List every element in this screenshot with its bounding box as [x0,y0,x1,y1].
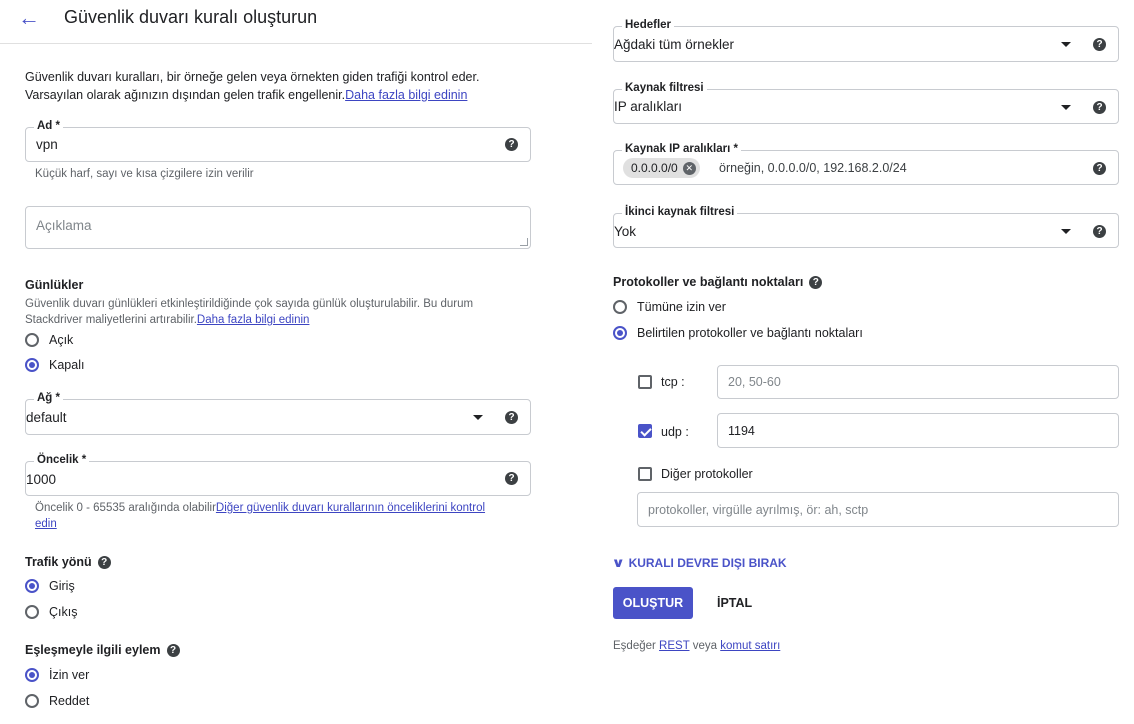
logs-learn-more-link[interactable]: Daha fazla bilgi edinin [197,314,310,326]
udp-ports-value: 1194 [728,424,755,438]
priority-field[interactable]: Öncelik * 1000 ? [25,454,531,496]
logs-option-on[interactable]: Açık [25,333,73,347]
name-hint: Küçük harf, sayı ve kısa çizgilere izin … [35,168,254,180]
other-protocols-input[interactable]: protokoller, virgülle ayrılmış, ör: ah, … [637,492,1119,527]
name-field[interactable]: Ad * vpn ? [25,120,531,162]
logs-desc-line-1: Güvenlik duvarı günlükleri etkinleştiril… [25,298,474,310]
second-source-filter-value: Yok [614,224,637,239]
other-protocols-checkbox[interactable] [638,467,652,481]
logs-description: Güvenlik duvarı günlükleri etkinleştiril… [25,296,473,328]
targets-select[interactable]: Hedefler Ağdaki tüm örnekler ? [613,19,1119,62]
tcp-ports-input[interactable]: 20, 50-60 [717,365,1119,399]
chevron-down-icon[interactable] [1061,42,1071,47]
second-source-filter-select[interactable]: İkinci kaynak filtresi Yok ? [613,206,1119,248]
source-ip-ranges-placeholder: örneğin, 0.0.0.0/0, 192.168.2.0/24 [719,161,907,175]
chevron-down-icon[interactable] [1061,229,1071,234]
source-ip-ranges-field[interactable]: Kaynak IP aralıkları * 0.0.0.0/0 ✕ örneğ… [613,143,1119,185]
help-icon[interactable]: ? [97,555,111,569]
targets-value: Ağdaki tüm örnekler [614,37,735,52]
protocols-title: Protokoller ve bağlantı noktaları ? [613,275,823,289]
priority-input[interactable]: 1000 [26,472,56,487]
command-line-link[interactable]: komut satırı [720,640,780,652]
priority-link[interactable]: Diğer güvenlik duvarı kurallarının öncel… [216,502,485,514]
name-input[interactable]: vpn [36,137,58,152]
network-label: Ağ * [34,392,63,404]
chevron-down-icon: ∨ [611,555,626,570]
targets-label: Hedefler [622,19,675,31]
help-icon[interactable]: ? [1093,225,1106,238]
radio-icon [25,694,39,708]
action-option-deny[interactable]: Reddet [25,694,89,708]
action-title: Eşleşmeyle ilgili eylem ? [25,643,180,657]
description-placeholder: Açıklama [36,218,92,233]
help-icon[interactable]: ? [505,411,518,424]
udp-checkbox[interactable] [638,424,652,438]
action-option-allow[interactable]: İzin ver [25,668,89,682]
name-label: Ad * [34,120,63,132]
logs-title: Günlükler [25,278,84,292]
intro-line-1: Güvenlik duvarı kuralları, bir örneğe ge… [25,70,480,84]
intro-text: Güvenlik duvarı kuralları, bir örneğe ge… [25,68,479,104]
create-button[interactable]: OLUŞTUR [613,587,693,619]
source-filter-label: Kaynak filtresi [622,82,707,94]
radio-checked-icon [613,326,627,340]
resize-handle[interactable] [520,238,528,246]
tcp-ports-placeholder: 20, 50-60 [728,375,781,389]
protocols-option-all[interactable]: Tümüne izin ver [613,300,726,314]
learn-more-link[interactable]: Daha fazla bilgi edinin [345,88,467,102]
help-icon[interactable]: ? [166,643,180,657]
help-icon[interactable]: ? [809,275,823,289]
network-value: default [26,410,67,425]
description-textarea[interactable]: Açıklama [25,206,531,249]
radio-checked-icon [25,668,39,682]
chevron-down-icon[interactable] [1061,105,1071,110]
source-ip-ranges-label: Kaynak IP aralıkları * [622,143,741,155]
priority-hint: Öncelik 0 - 65535 aralığında olabilirDiğ… [35,502,486,530]
disable-rule-toggle[interactable]: ∨ KURALI DEVRE DIŞI BIRAK [611,555,786,571]
help-icon[interactable]: ? [1093,162,1106,175]
cancel-button[interactable]: İPTAL [717,596,752,610]
radio-icon [613,300,627,314]
page-header: ← Güvenlik duvarı kuralı oluşturun [0,0,592,44]
other-protocols-placeholder: protokoller, virgülle ayrılmış, ör: ah, … [648,503,869,517]
equivalent-footer: Eşdeğer REST veya komut satırı [613,640,781,652]
help-icon[interactable]: ? [1093,101,1106,114]
other-protocols-label: Diğer protokoller [661,467,753,481]
logs-option-off[interactable]: Kapalı [25,358,84,372]
help-icon[interactable]: ? [1093,38,1106,51]
protocols-option-specified[interactable]: Belirtilen protokoller ve bağlantı nokta… [613,326,863,340]
second-source-filter-label: İkinci kaynak filtresi [622,206,738,218]
intro-line-2: Varsayılan olarak ağınızın dışından gele… [25,88,468,102]
priority-link-cont[interactable]: edin [35,518,57,530]
chevron-down-icon[interactable] [473,415,483,420]
direction-option-ingress[interactable]: Giriş [25,579,75,593]
radio-checked-icon [25,579,39,593]
arrow-left-icon[interactable]: ← [18,5,40,31]
radio-icon [25,333,39,347]
network-select[interactable]: Ağ * default ? [25,392,531,435]
source-filter-value: IP aralıkları [614,99,683,114]
logs-desc-line-2: Stackdriver maliyetlerini artırabilir.Da… [25,314,310,326]
tcp-label: tcp : [661,375,685,389]
direction-title: Trafik yönü ? [25,555,111,569]
source-filter-select[interactable]: Kaynak filtresi IP aralıkları ? [613,82,1119,124]
rest-link[interactable]: REST [659,640,689,652]
help-icon[interactable]: ? [505,138,518,151]
radio-icon [25,605,39,619]
radio-checked-icon [25,358,39,372]
chip-remove-icon[interactable]: ✕ [682,161,696,175]
help-icon[interactable]: ? [505,472,518,485]
tcp-checkbox[interactable] [638,375,652,389]
ip-range-chip[interactable]: 0.0.0.0/0 ✕ [623,158,700,178]
direction-option-egress[interactable]: Çıkış [25,605,77,619]
udp-label: udp : [661,425,689,439]
priority-label: Öncelik * [34,454,90,466]
udp-ports-input[interactable]: 1194 [717,413,1119,448]
page-title: Güvenlik duvarı kuralı oluşturun [64,7,318,27]
